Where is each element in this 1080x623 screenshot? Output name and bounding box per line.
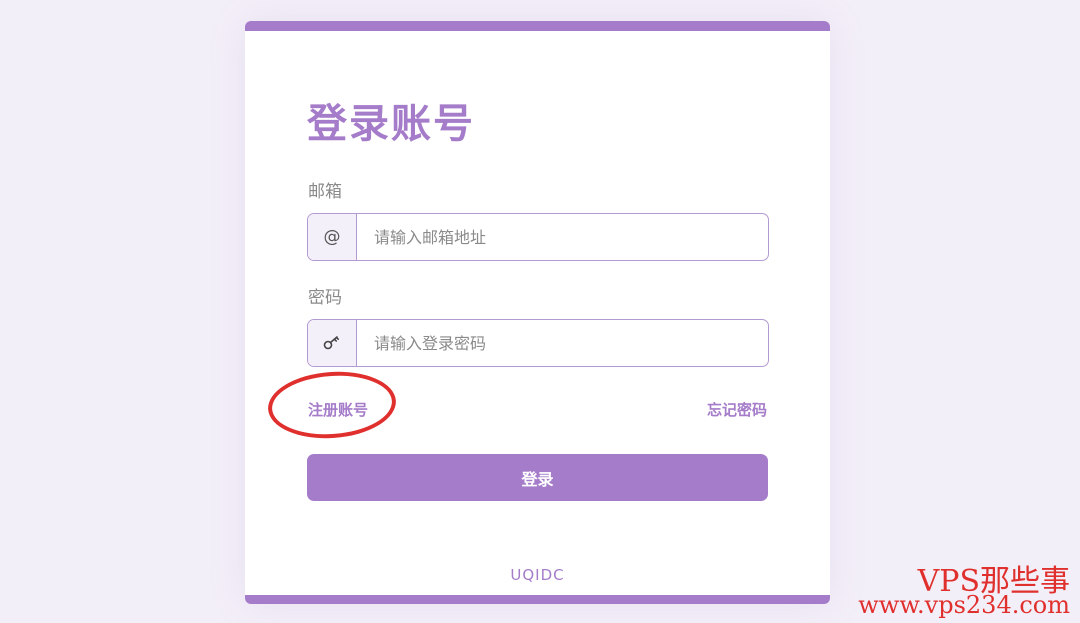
footer-brand: UQIDC <box>510 566 565 584</box>
key-icon <box>308 320 357 366</box>
forgot-password-link[interactable]: 忘记密码 <box>707 399 767 420</box>
email-input-group: @ <box>307 213 769 261</box>
email-label: 邮箱 <box>308 182 342 202</box>
password-label: 密码 <box>308 288 342 308</box>
card-top-accent-bar <box>245 21 830 31</box>
register-link[interactable]: 注册账号 <box>308 399 368 420</box>
watermark: VPS那些事 www.vps234.com <box>858 564 1070 619</box>
email-input[interactable] <box>357 214 768 260</box>
watermark-title: VPS那些事 <box>917 564 1070 599</box>
login-button[interactable]: 登录 <box>307 454 768 501</box>
watermark-url: www.vps234.com <box>858 591 1070 619</box>
at-icon: @ <box>308 214 357 260</box>
password-input-group <box>307 319 769 367</box>
password-input[interactable] <box>357 320 768 366</box>
card-bottom-accent-bar <box>245 595 830 604</box>
login-card: 登录账号 邮箱 @ 密码 注册账号 忘记密码 登录 UQIDC <box>245 21 830 604</box>
page-title: 登录账号 <box>307 101 475 147</box>
